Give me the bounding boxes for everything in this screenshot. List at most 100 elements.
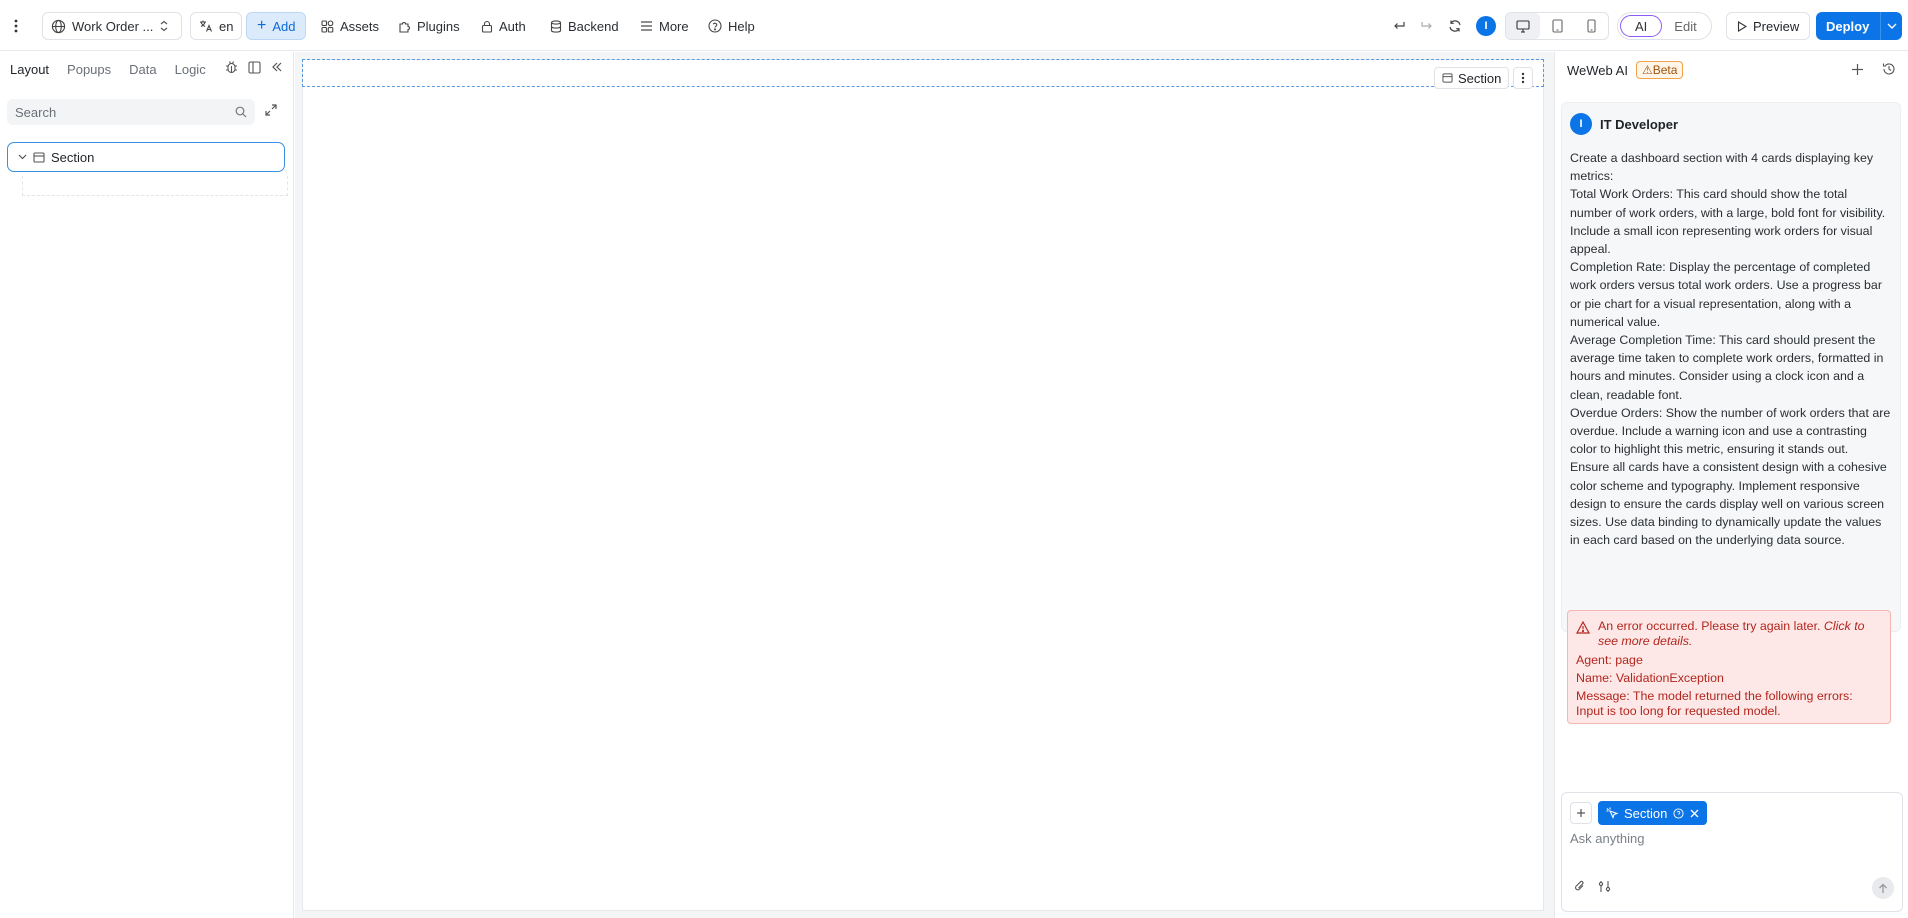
help-label: Help: [728, 18, 755, 34]
composer-context: Section: [1570, 801, 1708, 825]
element-more-button[interactable]: [1513, 67, 1533, 89]
expand-icon[interactable]: [265, 104, 277, 116]
globe-icon: [51, 19, 66, 34]
plugins-label: Plugins: [417, 18, 460, 34]
composer-tools: [1574, 879, 1611, 893]
new-chat-icon[interactable]: [1851, 62, 1864, 76]
send-button[interactable]: [1872, 877, 1894, 899]
section-icon: [1442, 73, 1453, 83]
tab-layout[interactable]: Layout: [10, 62, 49, 77]
plus-icon: [1577, 809, 1585, 817]
refresh-icon: [1448, 19, 1462, 33]
beta-label: Beta: [1652, 63, 1678, 77]
desktop-view-button[interactable]: [1506, 13, 1540, 39]
tab-logic[interactable]: Logic: [175, 62, 206, 77]
bug-icon[interactable]: [225, 60, 238, 74]
chevron-down-icon[interactable]: [18, 154, 27, 160]
collapse-left-icon[interactable]: [271, 60, 283, 74]
backend-label: Backend: [568, 18, 619, 34]
deploy-label: Deploy: [1826, 18, 1870, 34]
assets-button[interactable]: Assets: [321, 12, 379, 40]
chat-message: I IT Developer Create a dashboard sectio…: [1561, 102, 1901, 632]
add-button[interactable]: + Add: [246, 12, 307, 40]
chevron-updown-icon: [159, 20, 169, 32]
settings-sliders-icon[interactable]: [1598, 879, 1611, 893]
ask-input[interactable]: [1570, 831, 1890, 846]
ai-panel-actions: [1851, 62, 1896, 76]
vertical-dots-icon: [8, 18, 24, 34]
close-icon[interactable]: [1690, 809, 1699, 818]
mobile-icon: [1586, 19, 1596, 33]
tablet-icon: [1551, 19, 1563, 33]
project-name: Work Order ...: [72, 18, 154, 34]
puzzle-icon: [398, 20, 411, 33]
redo-button[interactable]: [1420, 12, 1434, 40]
assets-label: Assets: [340, 18, 380, 34]
error-message: Message: The model returned the followin…: [1576, 689, 1853, 718]
history-icon[interactable]: [1882, 62, 1896, 76]
deploy-button[interactable]: Deploy: [1816, 12, 1902, 40]
error-name: Name: ValidationException: [1576, 671, 1724, 685]
mode-switcher: AI Edit: [1617, 12, 1712, 40]
language-code: en: [219, 18, 234, 34]
assets-icon: [321, 19, 334, 33]
undo-button[interactable]: [1392, 12, 1406, 40]
device-switcher: [1505, 12, 1609, 40]
canvas-section-element[interactable]: [302, 59, 1544, 87]
layer-search: [7, 99, 255, 125]
preview-label: Preview: [1753, 18, 1800, 34]
user-avatar-button[interactable]: I: [1476, 12, 1496, 40]
layer-tree-item-section[interactable]: Section: [7, 142, 285, 172]
attachment-icon[interactable]: [1574, 879, 1586, 893]
project-selector[interactable]: Work Order ...: [42, 12, 182, 40]
auth-button[interactable]: Auth: [481, 12, 526, 40]
ai-panel-header: WeWeb AI ⚠Beta: [1567, 61, 1684, 79]
selected-element-tag[interactable]: Section: [1434, 67, 1510, 89]
help-circle-icon: [708, 19, 722, 33]
message-paragraph: Total Work Orders: This card should show…: [1570, 187, 1886, 257]
tab-data[interactable]: Data: [129, 62, 156, 77]
selected-element-label: Section: [1458, 70, 1502, 86]
chat-message-author: IT Developer: [1600, 116, 1679, 132]
warning-triangle-icon: [1576, 619, 1590, 634]
page-canvas[interactable]: [302, 59, 1544, 911]
error-alert[interactable]: An error occurred. Please try again late…: [1567, 610, 1891, 724]
ai-panel: WeWeb AI ⚠Beta I IT Developer Create a d…: [1554, 52, 1908, 918]
message-paragraph: Overdue Orders: Show the number of work …: [1570, 405, 1891, 457]
preview-button[interactable]: Preview: [1726, 12, 1811, 40]
backend-button[interactable]: Backend: [550, 12, 619, 40]
tab-popups[interactable]: Popups: [67, 62, 111, 77]
ai-mode-button[interactable]: AI: [1620, 15, 1663, 37]
tree-drop-zone: [22, 176, 288, 196]
more-button[interactable]: More: [640, 12, 689, 40]
panel-toggle-icon[interactable]: [248, 60, 261, 74]
layer-search-input[interactable]: [15, 104, 235, 120]
warning-icon: ⚠: [1641, 63, 1653, 77]
translate-icon: [199, 19, 213, 33]
user-avatar: I: [1476, 16, 1496, 36]
arrow-up-icon: [1878, 883, 1888, 894]
edit-mode-button[interactable]: Edit: [1662, 15, 1708, 37]
add-label: Add: [272, 18, 296, 34]
plugins-button[interactable]: Plugins: [398, 12, 460, 40]
desktop-icon: [1516, 19, 1530, 33]
language-selector[interactable]: en: [190, 12, 243, 40]
main-menu-button[interactable]: [8, 12, 24, 40]
auth-label: Auth: [499, 18, 526, 34]
left-panel: Layout Popups Data Logic Section: [0, 52, 294, 918]
help-button[interactable]: Help: [708, 12, 755, 40]
context-chip-section[interactable]: Section: [1598, 801, 1708, 825]
chat-message-header: I IT Developer: [1570, 113, 1892, 135]
redo-icon: [1420, 20, 1434, 32]
add-context-button[interactable]: [1570, 802, 1592, 824]
deploy-dropdown-button[interactable]: [1880, 12, 1902, 40]
plus-icon: +: [257, 17, 267, 34]
tablet-view-button[interactable]: [1540, 13, 1574, 39]
error-headline: An error occurred. Please try again late…: [1576, 619, 1882, 649]
mobile-view-button[interactable]: [1574, 13, 1608, 39]
error-agent: Agent: page: [1576, 653, 1643, 667]
left-panel-actions: [225, 60, 283, 74]
refresh-button[interactable]: [1448, 12, 1462, 40]
database-icon: [550, 19, 562, 33]
message-paragraph: Average Completion Time: This card shoul…: [1570, 333, 1884, 402]
